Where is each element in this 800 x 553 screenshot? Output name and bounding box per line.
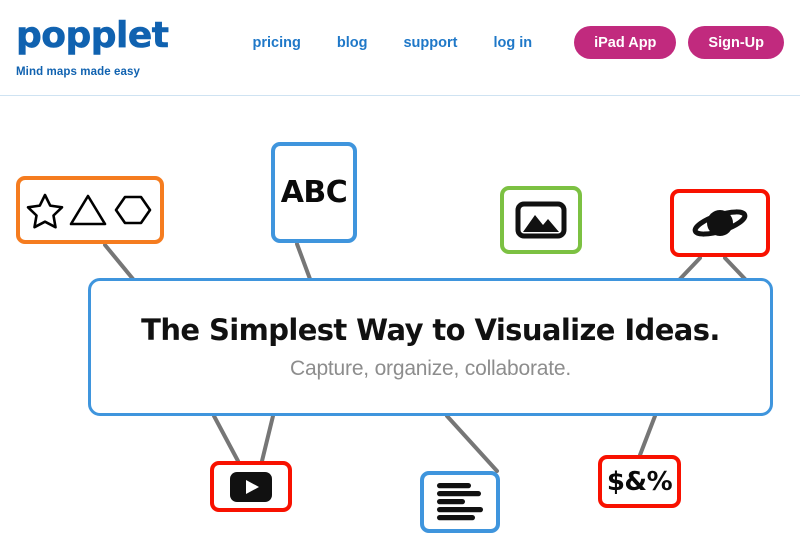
- image-icon: [515, 201, 567, 239]
- sign-up-button[interactable]: Sign-Up: [688, 26, 784, 59]
- wire-doc: [445, 414, 499, 473]
- wire-planet-a: [678, 256, 702, 281]
- wire-money: [638, 414, 657, 457]
- node-video[interactable]: [210, 461, 292, 512]
- page-title: The Simplest Way to Visualize Ideas.: [141, 313, 720, 347]
- hexagon-icon: [114, 195, 152, 225]
- nav-blog[interactable]: blog: [337, 35, 368, 51]
- page-root: popplet Mind maps made easy pricing blog…: [0, 0, 800, 553]
- shapes-icon: [25, 190, 155, 230]
- site-header: popplet Mind maps made easy pricing blog…: [0, 0, 800, 96]
- star-icon: [26, 193, 64, 229]
- text-lines-icon: [437, 483, 483, 521]
- node-doc[interactable]: [420, 471, 500, 533]
- wire-shapes: [103, 243, 135, 281]
- hero-node[interactable]: The Simplest Way to Visualize Ideas. Cap…: [88, 278, 773, 416]
- brand-block[interactable]: popplet Mind maps made easy: [16, 15, 276, 78]
- nav-support[interactable]: support: [403, 35, 457, 51]
- wire-abc: [295, 242, 312, 281]
- popplet-logo[interactable]: popplet: [16, 15, 276, 57]
- node-abc-label: ABC: [280, 175, 348, 210]
- node-abc[interactable]: ABC: [271, 142, 357, 243]
- node-money[interactable]: $&%: [598, 455, 681, 508]
- video-play-icon: [230, 471, 272, 502]
- node-planet[interactable]: [670, 189, 770, 257]
- node-image[interactable]: [500, 186, 582, 254]
- wire-video-b: [260, 414, 275, 463]
- page-subtitle: Capture, organize, collaborate.: [290, 357, 571, 380]
- nav-login[interactable]: log in: [493, 35, 532, 51]
- wire-planet-b: [723, 256, 747, 281]
- mindmap-canvas: The Simplest Way to Visualize Ideas. Cap…: [0, 97, 800, 553]
- wire-video-a: [212, 414, 240, 463]
- main-navigation: pricing blog support log in iPad App Sig…: [253, 26, 784, 59]
- planet-icon: [692, 209, 748, 237]
- brand-tagline: Mind maps made easy: [16, 66, 140, 78]
- triangle-icon: [69, 194, 107, 226]
- nav-pricing[interactable]: pricing: [253, 35, 301, 51]
- node-shapes[interactable]: [16, 176, 164, 244]
- ipad-app-button[interactable]: iPad App: [574, 26, 677, 59]
- node-money-label: $&%: [606, 466, 673, 497]
